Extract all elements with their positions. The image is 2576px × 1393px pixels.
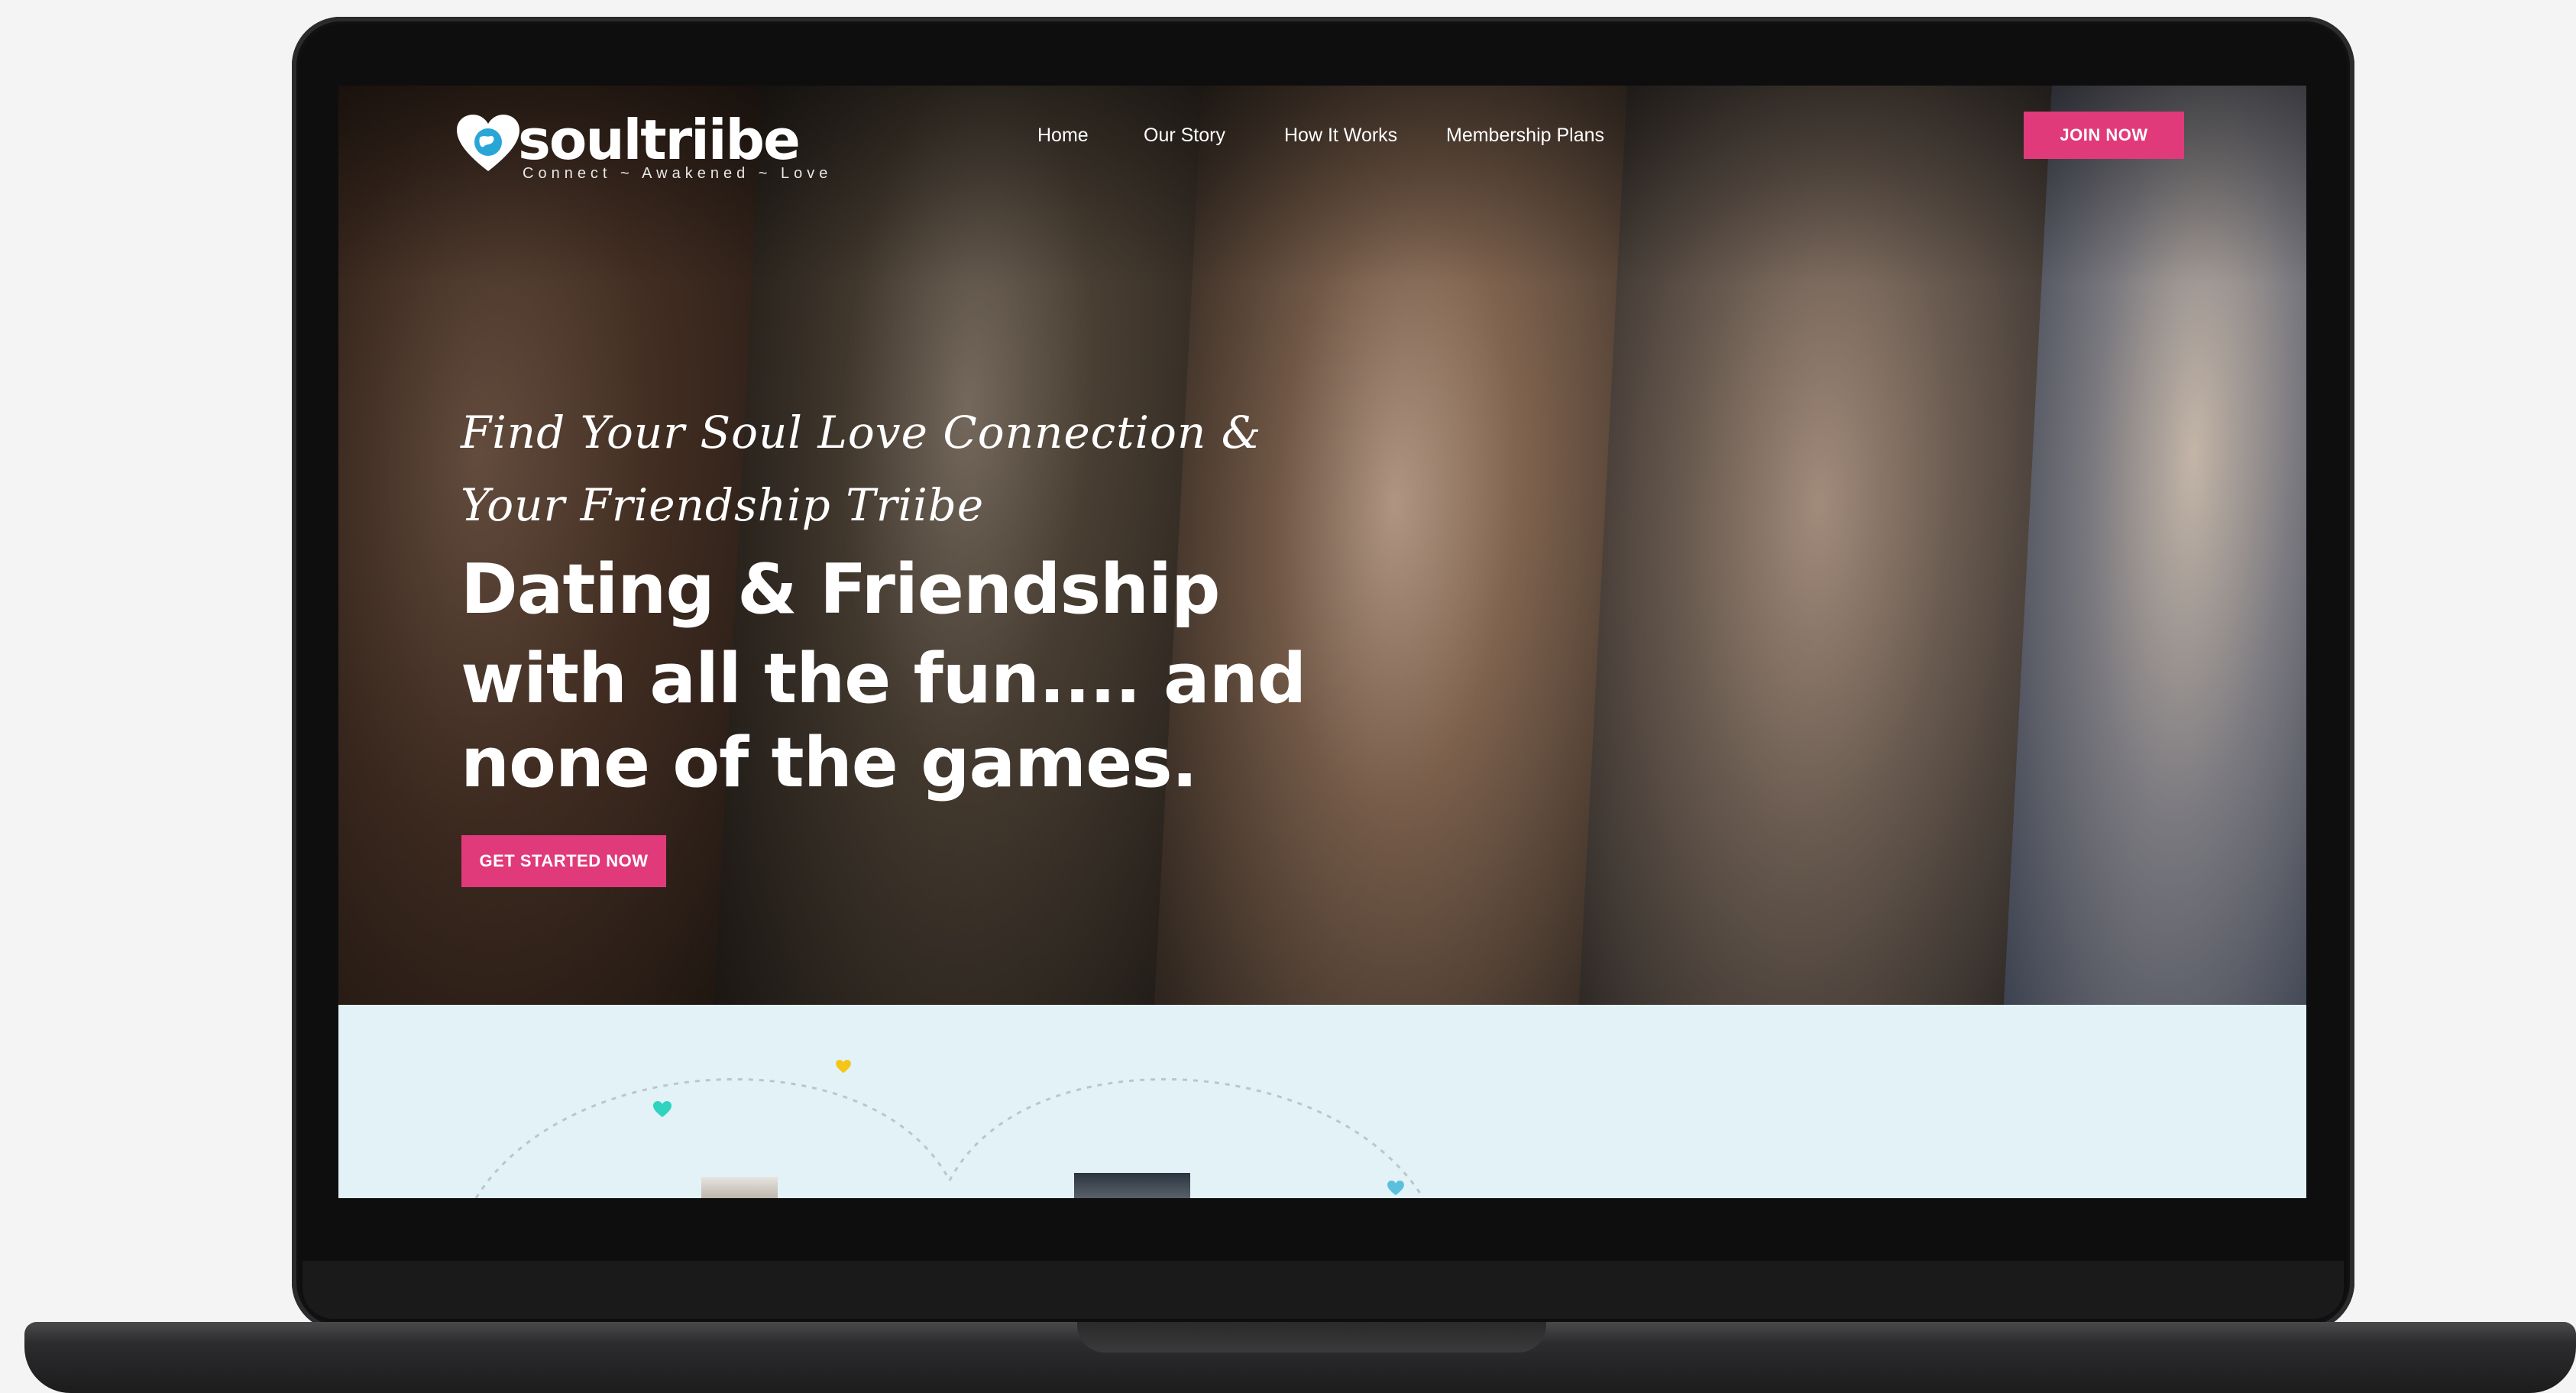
how-it-works-preview	[338, 1005, 2306, 1198]
heart-yellow-icon	[836, 1060, 851, 1074]
heart-blue-icon	[1387, 1181, 1404, 1196]
heart-globe-icon	[457, 115, 519, 171]
hero-script-line-1: Find Your Soul Love Connection &	[461, 407, 1262, 458]
profile-thumbnail	[1074, 1173, 1190, 1198]
heart-teal-icon	[653, 1101, 672, 1117]
nav-our-story[interactable]: Our Story	[1144, 124, 1225, 147]
site-logo[interactable]: soultriibe Connect ~ Awakened ~ Love	[457, 105, 827, 182]
laptop-bezel-bottom	[303, 1261, 2344, 1319]
nav-membership-plans[interactable]: Membership Plans	[1446, 124, 1604, 147]
logo-tagline: Connect ~ Awakened ~ Love	[523, 165, 833, 182]
laptop-notch	[1077, 1322, 1546, 1353]
nav-how-it-works[interactable]: How It Works	[1284, 124, 1397, 147]
profile-thumbnail	[701, 1177, 778, 1198]
hero-section: soultriibe Connect ~ Awakened ~ Love Hom…	[338, 86, 2306, 1005]
logo-wordmark: soultriibe	[518, 108, 801, 172]
hero-headline-line-3: none of the games.	[461, 723, 1198, 803]
hero-headline-line-2: with all the fun.... and	[461, 639, 1306, 719]
hero-headline-line-1: Dating & Friendship	[461, 549, 1220, 630]
nav-home[interactable]: Home	[1037, 124, 1089, 147]
get-started-button[interactable]: GET STARTED NOW	[461, 835, 666, 887]
connection-paths	[474, 1077, 1425, 1198]
join-now-button[interactable]: JOIN NOW	[2024, 112, 2184, 159]
website-screen: soultriibe Connect ~ Awakened ~ Love Hom…	[338, 86, 2306, 1198]
hero-script-line-2: Your Friendship Triibe	[461, 479, 985, 531]
